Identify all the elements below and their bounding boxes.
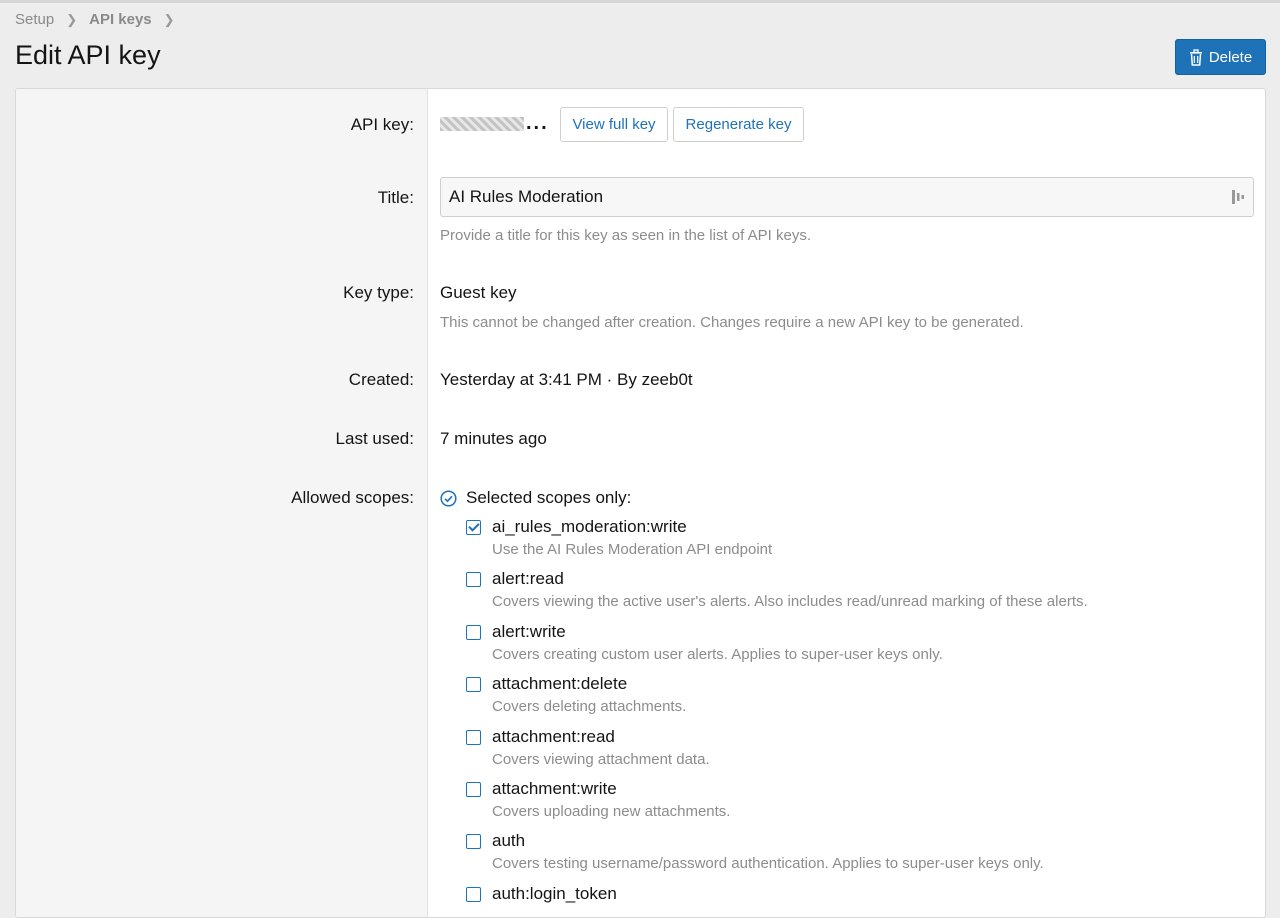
scope-desc: Covers creating custom user alerts. Appl… xyxy=(492,645,943,663)
delete-label: Delete xyxy=(1208,48,1253,66)
selected-scopes-radio[interactable]: Selected scopes only: xyxy=(440,488,631,508)
checkbox[interactable] xyxy=(466,781,481,797)
scope-desc: Covers uploading new attachments. xyxy=(492,802,731,820)
scope-name: auth xyxy=(492,831,526,851)
selected-scopes-label: Selected scopes only: xyxy=(466,488,632,507)
title-label: Title: xyxy=(377,188,414,207)
scope-name: attachment:delete xyxy=(492,674,628,694)
title-input[interactable]: AI Rules Moderation xyxy=(440,177,1254,217)
password-manager-icon xyxy=(1232,190,1244,204)
check-circle-icon xyxy=(440,489,457,507)
delete-button[interactable]: Delete xyxy=(1175,39,1266,75)
scope-desc: Covers testing username/password authent… xyxy=(492,855,1044,873)
checkbox[interactable] xyxy=(466,834,481,850)
trash-icon xyxy=(1189,48,1202,66)
checkbox[interactable] xyxy=(466,520,481,535)
api-key-value: ... xyxy=(440,112,549,135)
checkbox[interactable] xyxy=(466,886,481,902)
api-key-label: API key: xyxy=(350,115,414,134)
key-type-label: Key type: xyxy=(343,283,414,302)
regenerate-key-button[interactable]: Regenerate key xyxy=(673,107,804,142)
checkbox[interactable] xyxy=(466,572,481,588)
scope-name: attachment:write xyxy=(492,778,617,798)
chevron-right-icon: ❯ xyxy=(66,11,78,27)
scope-name: attachment:read xyxy=(492,726,615,746)
breadcrumb-api-keys[interactable]: API keys xyxy=(89,11,152,28)
key-type-hint: This cannot be changed after creation. C… xyxy=(440,314,1024,331)
scope-name: ai_rules_moderation:write xyxy=(492,517,687,536)
checkbox[interactable] xyxy=(466,677,481,693)
checkbox[interactable] xyxy=(466,624,481,640)
title-hint: Provide a title for this key as seen in … xyxy=(440,227,812,244)
page-title: Edit API key xyxy=(15,40,161,70)
key-type-value: Guest key xyxy=(440,283,517,302)
checkbox[interactable] xyxy=(466,729,481,745)
breadcrumb: Setup ❯ API keys ❯ xyxy=(15,11,187,28)
scope-name: alert:write xyxy=(492,621,566,641)
allowed-scopes-label: Allowed scopes: xyxy=(291,488,414,507)
masked-key-ellipsis: ... xyxy=(526,112,549,134)
edit-form-panel: API key: ... View full key Regenerate ke… xyxy=(15,88,1266,918)
scope-name: alert:read xyxy=(492,569,564,589)
scope-desc: Covers deleting attachments. xyxy=(492,698,687,716)
last-used-label: Last used: xyxy=(335,429,414,448)
title-input-value: AI Rules Moderation xyxy=(449,187,604,206)
created-value: Yesterday at 3:41 PM · By zeeb0t xyxy=(440,370,693,389)
breadcrumb-setup[interactable]: Setup xyxy=(15,11,54,28)
scope-desc: Covers viewing attachment data. xyxy=(492,750,710,768)
view-full-key-button[interactable]: View full key xyxy=(560,107,668,142)
chevron-right-icon: ❯ xyxy=(163,11,175,27)
created-label: Created: xyxy=(348,370,414,389)
scope-desc: Covers viewing the active user's alerts.… xyxy=(492,593,1088,611)
scope-desc: Use the AI Rules Moderation API endpoint xyxy=(492,541,773,558)
top-border xyxy=(0,0,1280,3)
masked-key xyxy=(440,116,524,131)
last-used-value: 7 minutes ago xyxy=(440,429,547,448)
